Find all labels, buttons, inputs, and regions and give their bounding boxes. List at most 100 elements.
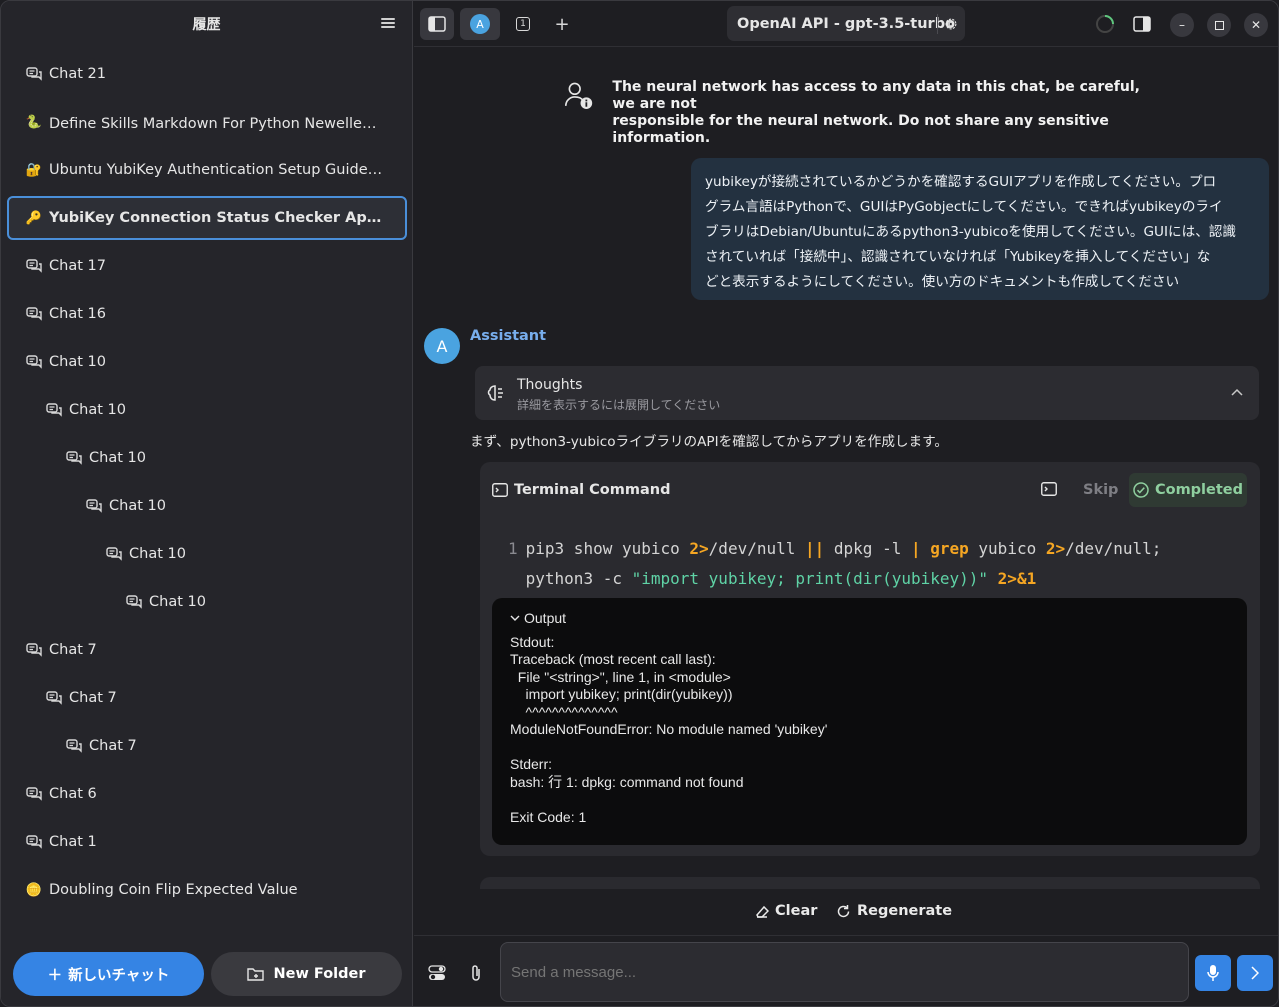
sidebar-chat-label: Chat 10 [149, 594, 206, 610]
sidebar-chat-item[interactable]: Chat 10 [7, 388, 407, 432]
sidebar-chat-item[interactable]: Chat 6 [7, 772, 407, 816]
output-panel: Output Stdout: Traceback (most recent ca… [492, 598, 1247, 845]
user-message-line: されていれば「接続中」、認識されていなければ「Yubikeyを挿入してください」… [705, 249, 1211, 265]
sidebar-chat-item[interactable]: Chat 1 [7, 820, 407, 864]
sidebar-chat-item[interactable]: Chat 10 [7, 436, 407, 480]
sidebar-chat-item[interactable]: 🐍 Define Skills Markdown For Python Newel… [7, 100, 407, 144]
notice-line-1: The neural network has access to any dat… [612, 79, 1140, 112]
new-folder-button[interactable]: New Folder [211, 952, 402, 996]
chat-bubbles-icon [85, 498, 103, 514]
sidebar-chat-item[interactable]: Chat 17 [7, 244, 407, 288]
sidebar-chat-label: Chat 10 [49, 354, 106, 370]
hamburger-menu-icon[interactable] [380, 15, 396, 31]
send-button[interactable] [1237, 955, 1273, 991]
chat-bubbles-icon [45, 690, 63, 706]
gear-icon[interactable] [937, 14, 957, 34]
voice-input-button[interactable] [1195, 955, 1231, 991]
chat-bubbles-icon [25, 258, 43, 274]
clear-label: Clear [775, 903, 818, 919]
sidebar-chat-item[interactable]: Chat 10 [7, 580, 407, 624]
user-info-icon [564, 82, 593, 109]
open-terminal-icon[interactable] [1041, 482, 1057, 496]
sidebar-chat-item[interactable]: Chat 10 [7, 532, 407, 576]
tab-assistant[interactable]: A [460, 8, 500, 40]
regenerate-button[interactable]: Regenerate [836, 903, 952, 919]
maximize-button[interactable] [1207, 13, 1231, 37]
new-chat-button[interactable]: ＋ 新しいチャット [13, 952, 204, 996]
chat-bubbles-icon [125, 594, 143, 610]
minimize-button[interactable]: – [1170, 13, 1194, 37]
sidebar-chat-item[interactable]: Chat 10 [7, 340, 407, 384]
sidebar-chat-item[interactable]: Chat 7 [7, 676, 407, 720]
sidebar-chat-item[interactable]: 🔑 YubiKey Connection Status Checker App p… [7, 196, 407, 240]
sidebar-chat-label: Chat 10 [109, 498, 166, 514]
message-input[interactable] [500, 942, 1189, 1002]
line-number: 1 [508, 539, 518, 558]
completed-status-badge: Completed [1129, 473, 1247, 507]
close-icon: ✕ [1250, 18, 1262, 32]
sidebar-header: 履歴 [1, 1, 412, 47]
sidebar-chat-label: YubiKey Connection Status Checker App py… [49, 210, 384, 226]
regenerate-label: Regenerate [857, 903, 953, 919]
sidebar-chat-label: Chat 10 [129, 546, 186, 562]
sidebar-chat-label: Chat 1 [49, 834, 97, 850]
sidebar-chat-label: Chat 10 [69, 402, 126, 418]
sidebar-footer: ＋ 新しいチャット New Folder [13, 952, 403, 996]
tab-count: 1 [516, 17, 530, 31]
sidebar-title: 履歴 [192, 17, 221, 33]
assistant-avatar: A [424, 328, 460, 364]
sidebar-chat-item[interactable]: Chat 7 [7, 628, 407, 672]
code-token: 2> [1045, 539, 1066, 558]
message-actions: Clear Regenerate [414, 889, 1278, 935]
sidebar-chat-item[interactable]: Chat 16 [7, 292, 407, 336]
output-toggle[interactable]: Output [510, 610, 1229, 628]
history-sidebar: 履歴 Chat 21 🐍 Define Skills Markdown For Py… [1, 1, 413, 1006]
code-token: || [805, 539, 825, 558]
assistant-intro-text: まず、python3-yubicoライブラリのAPIを確認してからアプリを作成し… [470, 434, 948, 450]
plus-icon: ＋ [47, 967, 63, 984]
toggle-sidebar-button[interactable] [420, 8, 454, 40]
sidebar-chat-item[interactable]: 🔐 Ubuntu YubiKey Authentication Setup Gui… [7, 148, 407, 192]
sidebar-chat-item[interactable]: 🪙 Doubling Coin Flip Expected Value [7, 868, 407, 912]
chevron-up-icon[interactable] [1231, 388, 1243, 396]
sidebar-chat-item[interactable]: Chat 21 [7, 52, 407, 96]
thoughts-expander[interactable]: Thoughts 詳細を表示するには展開してください [475, 366, 1259, 420]
code-token: "import yubikey; print(dir(yubikey))" [631, 569, 989, 588]
new-folder-label: New Folder [273, 966, 366, 982]
close-button[interactable]: ✕ [1244, 13, 1268, 37]
sidebar-chat-label: Doubling Coin Flip Expected Value [49, 882, 298, 898]
sidebar-chat-item[interactable]: Chat 7 [7, 724, 407, 768]
terminal-card-header: Terminal Command [492, 482, 670, 498]
sidebar-chat-label: Chat 7 [89, 738, 137, 754]
chevron-right-icon [1251, 966, 1259, 980]
user-message-line: ブラリはDebian/Ubuntuにあるpython3-yubicoを使用してく… [705, 224, 1236, 240]
brain-icon [487, 385, 503, 401]
new-tab-button[interactable]: + [545, 8, 579, 40]
user-message-line: yubikeyが接続されているかどうかを確認するGUIアプリを作成してください。… [705, 174, 1217, 190]
attachment-icon[interactable] [470, 964, 482, 982]
notice-text: The neural network has access to any dat… [612, 79, 1164, 147]
sidebar-chat-label: Chat 16 [49, 306, 106, 322]
chat-bubbles-icon [25, 834, 43, 850]
sidebar-icon [428, 16, 446, 32]
sidebar-chat-label: Chat 7 [49, 642, 97, 658]
code-token: | [910, 539, 921, 558]
clear-button[interactable]: Clear [755, 903, 817, 919]
code-token: dpkg -l [824, 539, 911, 558]
tab-overview-button[interactable]: 1 [506, 8, 540, 40]
user-message-line: どと表示するようにしてください。使い方のドキュメントも作成してください [705, 274, 1180, 290]
sidebar-chat-label: Define Skills Markdown For Python Newell… [49, 115, 384, 132]
toggles-icon[interactable] [428, 965, 446, 981]
microphone-icon [1207, 965, 1219, 981]
maximize-icon [1214, 20, 1224, 30]
sidebar-chat-item[interactable]: Chat 10 [7, 484, 407, 528]
toggle-right-panel-button[interactable] [1125, 8, 1159, 40]
app-window: 履歴 Chat 21 🐍 Define Skills Markdown For Py… [0, 0, 1279, 1007]
model-selector[interactable]: OpenAI API - gpt-3.5-turbo [727, 6, 965, 41]
chat-bubbles-icon [25, 642, 43, 658]
skip-button[interactable]: Skip [1083, 482, 1118, 498]
sidebar-chat-label: Chat 21 [49, 66, 106, 82]
code-token: grep [930, 539, 969, 558]
